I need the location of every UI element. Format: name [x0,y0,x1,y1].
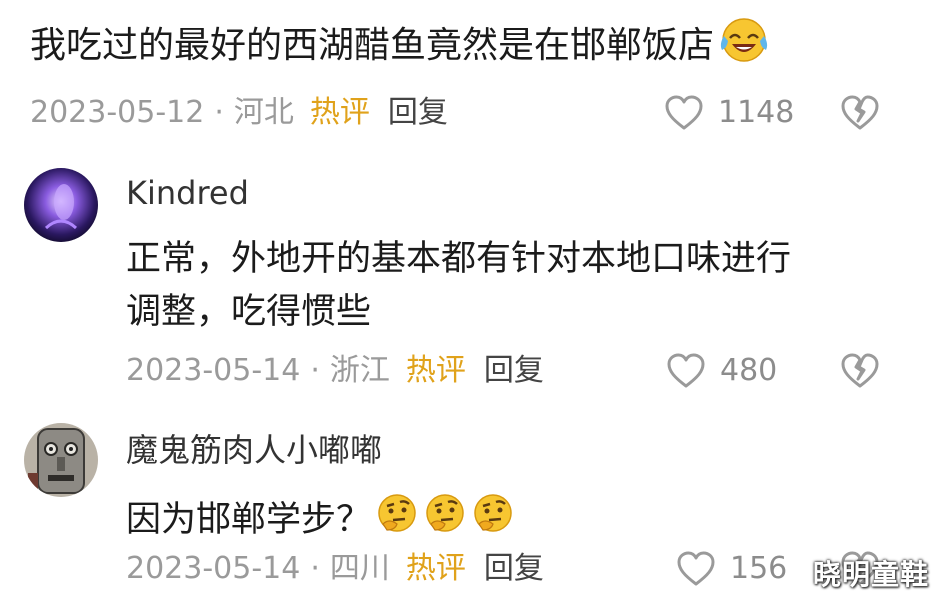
top-comment-body: 我吃过的最好的西湖醋鱼竟然是在邯郸饭店 [30,25,715,66]
separator: · [310,353,320,388]
broken-heart-icon [841,353,879,388]
dislike-button[interactable] [840,352,880,390]
reply-meta: 2023-05-14 · 浙江 热评 回复 [126,351,544,391]
broken-heart-icon [841,95,879,130]
reply-content: 因为邯郸学步？ [126,492,515,550]
heart-icon [665,95,703,130]
thinking-emoji-icon [375,492,419,550]
like-count: 480 [720,353,778,388]
thinking-emoji-icon [423,492,467,550]
watermark: 晓明童鞋 [812,558,929,591]
top-comment-meta: 2023-05-12 · 河北 热评 回复 [30,93,448,133]
avatar[interactable] [24,168,98,242]
reply-meta: 2023-05-14 · 四川 热评 回复 [126,549,544,589]
hot-comment-badge: 热评 [309,95,370,130]
like-count: 156 [730,551,788,586]
reply-button[interactable]: 回复 [484,551,544,586]
username[interactable]: 魔鬼筋肉人小嘟嘟 [126,428,382,472]
reply-button[interactable]: 回复 [484,353,544,388]
reply-button[interactable]: 回复 [388,95,448,130]
heart-icon [667,353,705,388]
like-count: 1148 [718,95,795,130]
comment-location: 四川 [329,551,390,586]
dislike-button[interactable] [840,94,880,132]
grey-mask-avatar-icon [24,423,98,497]
reply-line: 正常，外地开的基本都有针对本地口味进行 [126,239,792,279]
hot-comment-badge: 热评 [405,551,466,586]
laughing-crying-emoji-icon [718,14,770,80]
avatar[interactable] [24,423,98,497]
heart-icon [677,551,715,586]
comment-location: 河北 [233,95,294,130]
reply-content: 正常，外地开的基本都有针对本地口味进行 调整，吃得惯些 [126,233,791,339]
like-button[interactable]: 1148 [664,93,794,133]
username[interactable]: Kindred [126,171,249,215]
separator: · [310,551,320,586]
reply-line: 因为邯郸学步？ [126,500,372,540]
hot-comment-badge: 热评 [405,353,466,388]
separator: · [214,95,224,130]
purple-glow-avatar-icon [24,168,98,242]
comment-date: 2023-05-14 [126,353,301,388]
top-comment-text: 我吃过的最好的西湖醋鱼竟然是在邯郸饭店 [30,14,770,80]
thinking-emoji-icon [471,492,515,550]
comment-date: 2023-05-14 [126,551,301,586]
comment-date: 2023-05-12 [30,95,205,130]
comment-thread: 我吃过的最好的西湖醋鱼竟然是在邯郸饭店 2023-05-12 · 河北 热评 回复 11… [0,0,939,607]
comment-location: 浙江 [329,353,390,388]
like-button[interactable]: 156 [676,549,787,589]
reply-line: 调整，吃得惯些 [126,292,372,332]
like-button[interactable]: 480 [666,351,777,391]
